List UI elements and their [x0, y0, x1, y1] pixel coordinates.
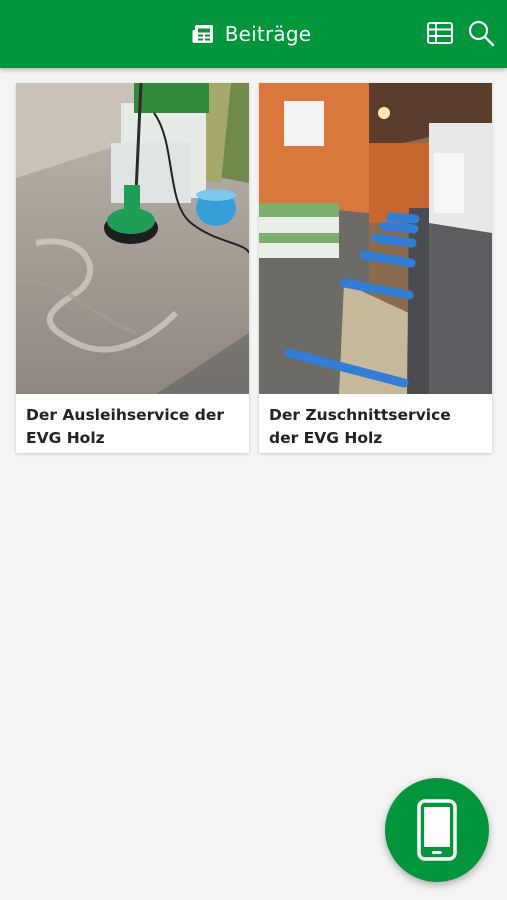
- post-title[interactable]: Der Ausleihservice der EVG Holz: [26, 404, 242, 450]
- list-view-icon[interactable]: [426, 19, 454, 47]
- post-image[interactable]: [16, 83, 249, 394]
- post-card[interactable]: Der Zuschnittservice der EVG Holz: [259, 83, 492, 453]
- newspaper-icon: [192, 25, 213, 43]
- floor-cleaning-machine-photo: [16, 83, 249, 394]
- post-card[interactable]: Der Ausleihservice der EVG Holz: [16, 83, 249, 453]
- search-icon[interactable]: [467, 19, 495, 47]
- post-image[interactable]: [259, 83, 492, 394]
- app-bar: Beiträge: [0, 0, 507, 68]
- smartphone-icon: [417, 799, 457, 861]
- smartphone-fab-button[interactable]: [385, 778, 489, 882]
- page-title: Beiträge: [224, 22, 312, 46]
- post-title[interactable]: Der Zuschnittservice der EVG Holz: [269, 404, 485, 450]
- warehouse-roller-conveyor-photo: [259, 83, 492, 394]
